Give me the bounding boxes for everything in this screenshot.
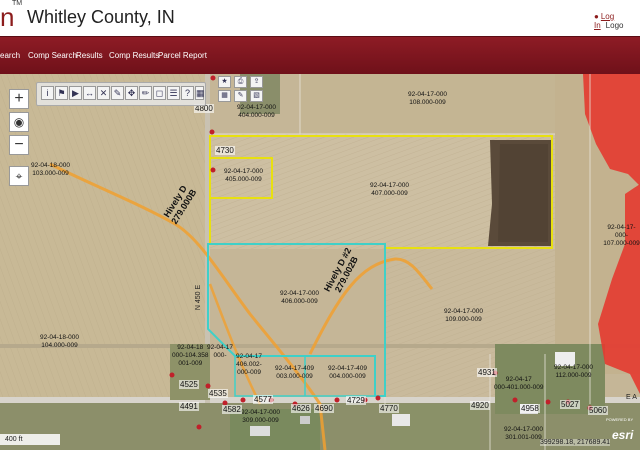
trademark: TM [12, 0, 23, 7]
measure-icon[interactable]: ↔ [83, 86, 96, 100]
address-number: 4626 [291, 404, 311, 413]
user-icon: ● [594, 12, 599, 21]
zoom-extent-icon[interactable]: ◻ [153, 86, 166, 100]
address-number: 4535 [208, 389, 228, 398]
info-icon[interactable]: i [41, 86, 54, 100]
print-icon[interactable]: ⎙ [234, 76, 247, 88]
address-number: 4729 [346, 396, 366, 405]
address-number: 4730 [215, 146, 235, 155]
esri-logo: esri [612, 428, 634, 442]
pen-icon[interactable]: ✏ [139, 86, 152, 100]
road-label: N 450 E [195, 284, 203, 311]
map-view[interactable]: 92-04-18-000 103.000-009 92-04-17-000 405.… [0, 74, 640, 450]
bookmark-icon[interactable]: ★ [218, 76, 231, 88]
address-number: 4958 [520, 404, 540, 413]
nav-comp-results[interactable]: Comp Results [109, 51, 159, 60]
address-number: 4920 [470, 401, 490, 410]
export-icon[interactable]: ⇪ [250, 76, 263, 88]
compass-button[interactable]: ◉ [9, 112, 29, 132]
draw-icon[interactable]: ✎ [111, 86, 124, 100]
page-title: Whitley County, IN [27, 7, 175, 27]
map-icon[interactable]: ▦ [195, 86, 205, 100]
logo-label[interactable]: Logo [606, 21, 624, 30]
nav-results[interactable]: Results [76, 51, 103, 60]
esri-powered: POWERED BY [606, 417, 634, 422]
address-number: 4690 [314, 404, 334, 413]
map-toolbar: i ⚑ ▶ ↔ ✕ ✎ ✥ ✏ ◻ ☰ ? ▦ [36, 82, 206, 106]
address-number: 5060 [588, 406, 608, 415]
coordinate-readout: 399298.18, 217689.41 [540, 439, 611, 446]
nav-parcel-report[interactable]: Parcel Report [158, 51, 207, 60]
zoom-in-button[interactable]: + [9, 89, 29, 109]
address-number: 4770 [379, 404, 399, 413]
select-icon[interactable]: ▶ [69, 86, 82, 100]
app-header: n TM Whitley County, IN ● Log In Logo [0, 0, 640, 36]
basemap-icon[interactable]: ▦ [218, 90, 231, 102]
login-link[interactable]: ● Log In Logo [594, 12, 640, 30]
address-number: 4491 [179, 402, 199, 411]
locate-button[interactable]: ⌖ [9, 166, 29, 186]
address-number: 4931 [477, 368, 497, 377]
address-number: 5027 [560, 400, 580, 409]
zoom-out-button[interactable]: − [9, 135, 29, 155]
nav-comp-search[interactable]: Comp Search [28, 51, 77, 60]
layers-icon[interactable]: ☰ [167, 86, 180, 100]
address-number: 4582 [222, 405, 242, 414]
identify-icon[interactable]: ⚑ [55, 86, 68, 100]
map-toolbar-2: ★ ⎙ ⇪ ▦ ✎ ▧ [208, 76, 274, 104]
save-icon[interactable]: ▧ [250, 90, 263, 102]
road-label: E A [626, 394, 637, 401]
help-icon[interactable]: ? [181, 86, 194, 100]
main-nav: earch Comp Search Results Comp Results P… [0, 36, 640, 75]
clear-icon[interactable]: ✕ [97, 86, 110, 100]
pan-icon[interactable]: ✥ [125, 86, 138, 100]
address-number: 4525 [179, 380, 199, 389]
nav-search[interactable]: earch [0, 51, 20, 60]
scale-bar: 400 ft [0, 434, 60, 445]
sketch-icon[interactable]: ✎ [234, 90, 247, 102]
address-number: 4577 [253, 395, 273, 404]
